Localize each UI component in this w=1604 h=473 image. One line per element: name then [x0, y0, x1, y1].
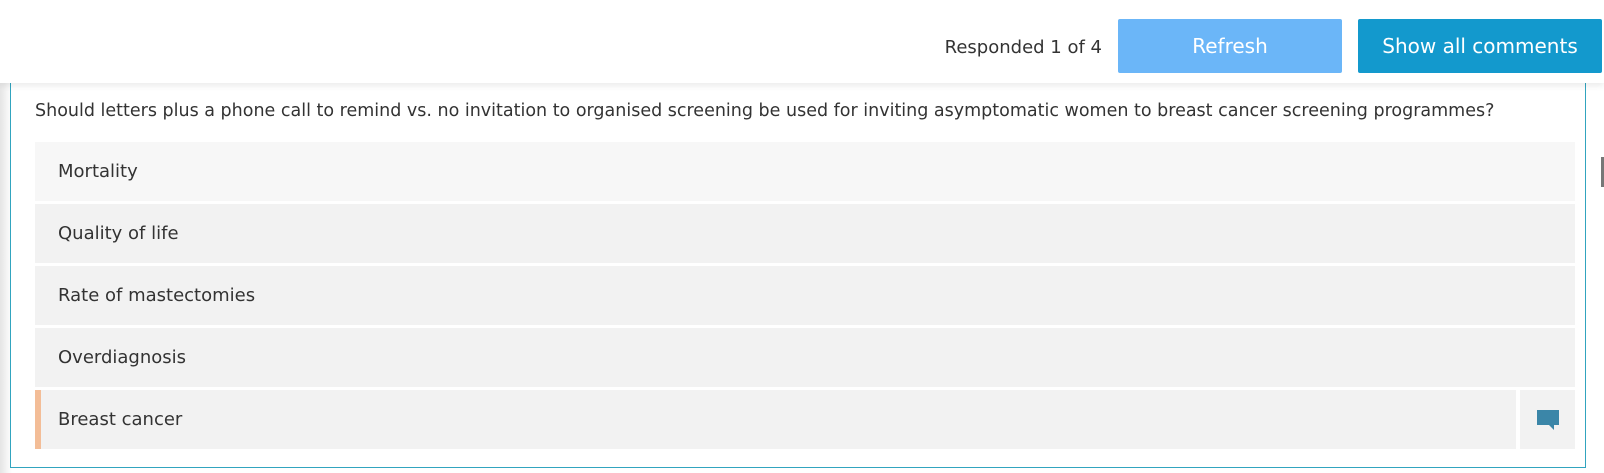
outcome-row-quality-of-life[interactable]: Quality of life — [35, 204, 1575, 263]
outcome-label: Mortality — [58, 161, 138, 182]
outcome-label: Quality of life — [58, 223, 179, 244]
outcome-list: Mortality Quality of life Rate of mastec… — [35, 142, 1575, 452]
outcome-row-rate-of-mastectomies[interactable]: Rate of mastectomies — [35, 266, 1575, 325]
page: Should letters plus a phone call to remi… — [0, 0, 1604, 473]
comment-icon — [1536, 409, 1559, 430]
outcome-row-breast-cancer-main[interactable]: Breast cancer — [35, 390, 1516, 449]
responded-count: Responded 1 of 4 — [944, 37, 1102, 58]
comment-button[interactable] — [1520, 390, 1575, 449]
outcome-row-mortality[interactable]: Mortality — [35, 142, 1575, 201]
outcome-label: Breast cancer — [58, 409, 183, 430]
outcome-label: Rate of mastectomies — [58, 285, 256, 306]
sticky-header: Responded 1 of 4 Refresh Show all commen… — [0, 0, 1604, 83]
outcome-row-breast-cancer: Breast cancer — [35, 390, 1575, 449]
question-text: Should letters plus a phone call to remi… — [35, 101, 1495, 121]
outcome-row-overdiagnosis[interactable]: Overdiagnosis — [35, 328, 1575, 387]
refresh-button[interactable]: Refresh — [1118, 19, 1342, 73]
outcome-label: Overdiagnosis — [58, 347, 187, 368]
show-all-comments-button[interactable]: Show all comments — [1358, 19, 1602, 73]
